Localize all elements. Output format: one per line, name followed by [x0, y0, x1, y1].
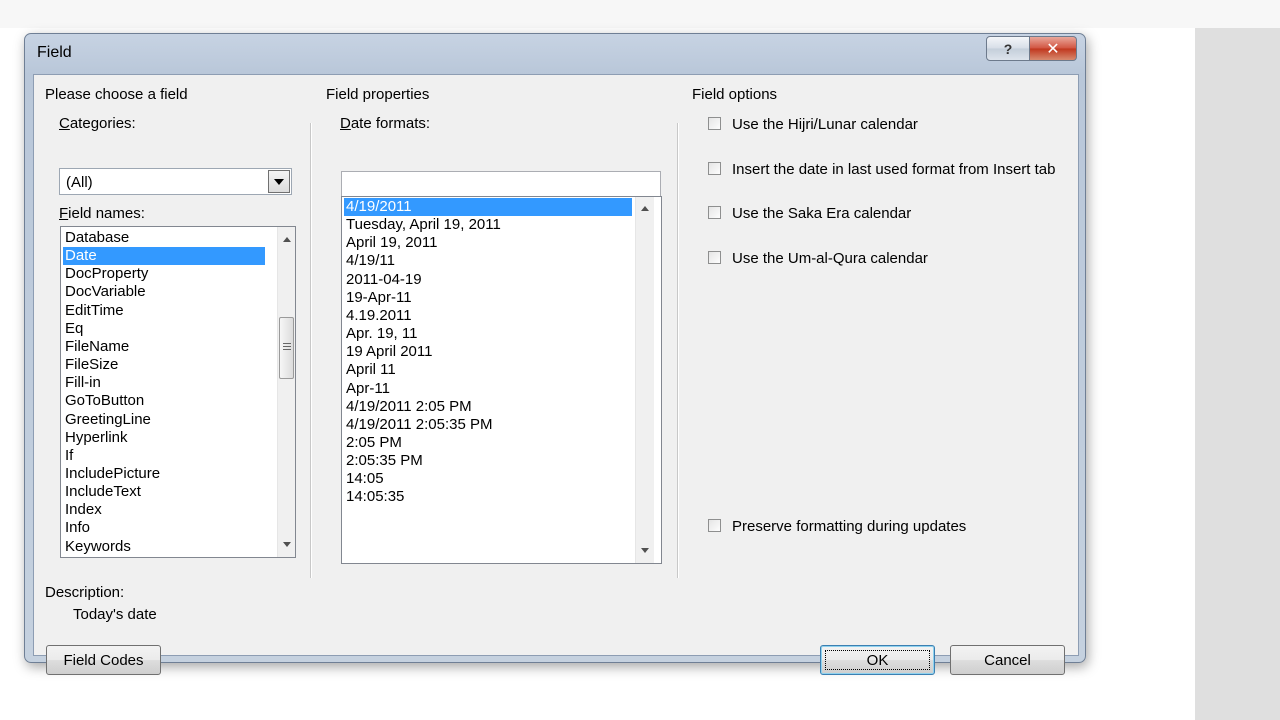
field-names-label: Field names:	[59, 205, 145, 222]
date-format-item[interactable]: 2:05:35 PM	[344, 452, 632, 470]
date-format-input[interactable]	[341, 171, 661, 197]
field-name-item[interactable]: Eq	[63, 320, 265, 338]
close-button[interactable]: ✕	[1030, 36, 1077, 61]
field-properties-group-title: Field properties	[326, 86, 430, 103]
title-bar-buttons: ? ✕	[986, 36, 1077, 61]
date-format-item[interactable]: April 11	[344, 361, 632, 379]
help-icon: ?	[1003, 40, 1013, 57]
saka-era-checkbox[interactable]	[708, 206, 721, 219]
date-format-item[interactable]: 14:05:35	[344, 488, 632, 506]
cancel-label: Cancel	[984, 651, 1031, 669]
cancel-button[interactable]: Cancel	[950, 645, 1065, 675]
date-format-item[interactable]: 2011-04-19	[344, 271, 632, 289]
um-al-qura-checkbox[interactable]	[708, 251, 721, 264]
date-format-item[interactable]: 4.19.2011	[344, 307, 632, 325]
preserve-formatting-label: Preserve formatting during updates	[732, 518, 967, 535]
description-text: Today's date	[73, 606, 157, 623]
field-name-item[interactable]: Database	[63, 229, 265, 247]
saka-era-label: Use the Saka Era calendar	[732, 205, 912, 222]
field-name-item[interactable]: GreetingLine	[63, 411, 265, 429]
help-button[interactable]: ?	[986, 36, 1030, 61]
scroll-up-arrow[interactable]	[636, 200, 654, 217]
field-options-group-title: Field options	[692, 86, 778, 103]
date-formats-listbox[interactable]: 4/19/2011 Tuesday, April 19, 2011 April 19…	[341, 196, 662, 564]
field-name-item[interactable]: GoToButton	[63, 392, 265, 410]
date-format-item[interactable]: 19-Apr-11	[344, 289, 632, 307]
field-name-item[interactable]: Index	[63, 501, 265, 519]
categories-label: Categories:	[59, 115, 136, 132]
date-format-item[interactable]: Apr. 19, 11	[344, 325, 632, 343]
categories-combobox[interactable]: (All)	[59, 168, 292, 195]
date-formats-label: Date formats:	[340, 115, 431, 132]
field-names-label-text: ield names:	[68, 205, 145, 222]
date-formats-scrollbar[interactable]	[635, 197, 654, 563]
choose-field-group-title: Please choose a field	[45, 86, 188, 103]
field-name-item[interactable]: Hyperlink	[63, 429, 265, 447]
categories-value: (All)	[66, 174, 93, 191]
dialog-title: Field	[37, 44, 72, 61]
ok-button[interactable]: OK	[820, 645, 935, 675]
categories-label-text: ategories:	[69, 115, 136, 132]
field-names-scrollbar[interactable]	[277, 227, 295, 557]
field-names-listbox[interactable]: Database Date DocProperty DocVariable EditTi…	[60, 226, 296, 558]
um-al-qura-label: Use the Um-al-Qura calendar	[732, 250, 928, 267]
field-name-item[interactable]: DocProperty	[63, 265, 265, 283]
date-format-item[interactable]: April 19, 2011	[344, 234, 632, 252]
field-names-scroll-thumb[interactable]	[279, 317, 294, 379]
date-format-item[interactable]: 4/19/2011 2:05 PM	[344, 398, 632, 416]
scroll-down-arrow[interactable]	[278, 536, 295, 553]
field-codes-label: Field Codes	[63, 651, 144, 669]
scroll-down-icon	[283, 542, 291, 547]
field-name-item[interactable]: EditTime	[63, 302, 265, 320]
scroll-up-icon	[283, 237, 291, 242]
scroll-up-icon	[641, 206, 649, 211]
field-name-item[interactable]: DocVariable	[63, 283, 265, 301]
field-name-item[interactable]: FileSize	[63, 356, 265, 374]
date-format-item[interactable]: 14:05	[344, 470, 632, 488]
categories-dropdown-button[interactable]	[268, 170, 290, 193]
field-name-item[interactable]: Date	[63, 247, 265, 266]
field-dialog: Field ? ✕ Please choose a field Categori…	[24, 33, 1086, 675]
dialog-client-area: Please choose a field Categories: (All) …	[33, 74, 1079, 675]
date-format-item[interactable]: Tuesday, April 19, 2011	[344, 216, 632, 234]
separator-left	[310, 123, 312, 578]
document-side-area	[1195, 28, 1280, 720]
date-format-item[interactable]: 4/19/11	[344, 252, 632, 270]
chevron-down-icon	[274, 178, 284, 185]
scroll-down-icon	[641, 548, 649, 553]
last-used-format-label: Insert the date in last used format from…	[732, 161, 1056, 178]
date-format-item[interactable]: 4/19/2011	[344, 198, 632, 216]
hijri-calendar-label: Use the Hijri/Lunar calendar	[732, 116, 918, 133]
scroll-up-arrow[interactable]	[278, 231, 295, 248]
preserve-formatting-checkbox[interactable]	[708, 519, 721, 532]
date-format-item[interactable]: 19 April 2011	[344, 343, 632, 361]
close-icon: ✕	[1046, 40, 1060, 58]
document-toolbar	[0, 0, 1280, 29]
field-name-item[interactable]: IncludePicture	[63, 465, 265, 483]
field-name-item[interactable]: Keywords	[63, 538, 265, 556]
field-name-item[interactable]: FileName	[63, 338, 265, 356]
scroll-down-arrow[interactable]	[636, 542, 654, 559]
hijri-calendar-checkbox[interactable]	[708, 117, 721, 130]
description-label: Description:	[45, 584, 125, 601]
date-format-item[interactable]: 4/19/2011 2:05:35 PM	[344, 416, 632, 434]
separator-right	[677, 123, 679, 578]
focus-rectangle	[825, 650, 930, 670]
field-name-item[interactable]: If	[63, 447, 265, 465]
field-name-item[interactable]: Fill-in	[63, 374, 265, 392]
date-formats-label-text: ate formats:	[350, 115, 431, 132]
last-used-format-checkbox[interactable]	[708, 162, 721, 175]
date-format-item[interactable]: 2:05 PM	[344, 434, 632, 452]
field-name-item[interactable]: IncludeText	[63, 483, 265, 501]
date-format-item[interactable]: Apr-11	[344, 380, 632, 398]
field-codes-button[interactable]: Field Codes	[46, 645, 161, 675]
field-name-item[interactable]: Info	[63, 519, 265, 537]
